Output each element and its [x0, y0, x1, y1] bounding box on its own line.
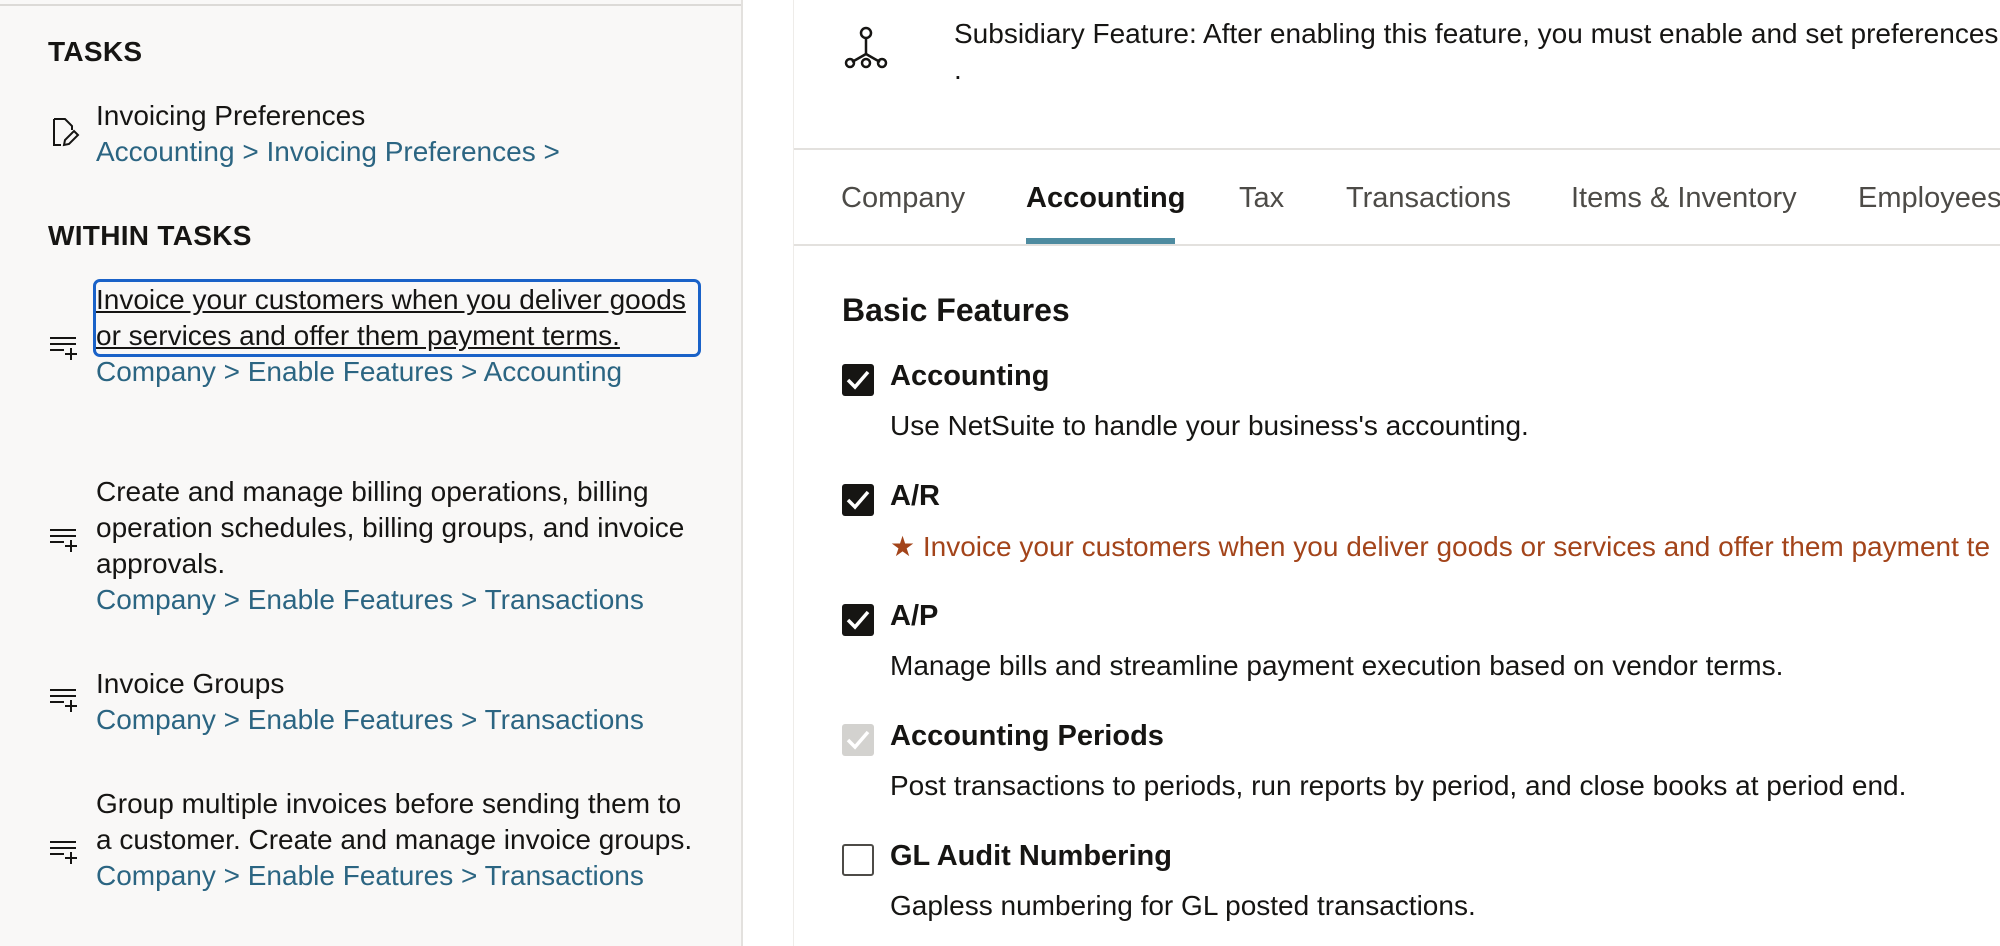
panel-top-divider [0, 0, 741, 6]
task-title-link[interactable]: Invoice your customers when you deliver … [93, 279, 701, 357]
feature-description: Use NetSuite to handle your business's a… [890, 410, 1529, 441]
task-title[interactable]: Create and manage billing operations, bi… [96, 474, 696, 582]
notice-text-continuation: . [954, 54, 962, 85]
search-results-panel: TASKS Invoicing Preferences Accounting >… [0, 0, 743, 946]
ar-checkbox[interactable] [842, 484, 874, 516]
feature-description: Gapless numbering for GL posted transact… [890, 890, 1476, 921]
task-path-link[interactable]: Company > Enable Features > Transactions [96, 702, 696, 738]
feature-label: GL Audit Numbering [890, 840, 1172, 872]
feature-label: Accounting Periods [890, 720, 1164, 752]
task-title[interactable]: Invoicing Preferences [96, 98, 696, 134]
list-add-icon [48, 684, 80, 716]
feature-label: A/P [890, 600, 939, 632]
feature-description: Manage bills and streamline payment exec… [890, 650, 1784, 681]
tab-tax[interactable]: Tax [1239, 182, 1284, 215]
checkmark-icon [846, 730, 870, 750]
task-path-link[interactable]: Accounting > Invoicing Preferences > [96, 134, 696, 170]
list-add-icon [48, 524, 80, 556]
checkmark-icon [846, 490, 870, 510]
feature-description: Post transactions to periods, run report… [890, 770, 1907, 801]
subsidiary-hierarchy-icon [844, 26, 888, 70]
tab-transactions[interactable]: Transactions [1346, 182, 1511, 215]
edit-document-icon [48, 116, 80, 148]
panel-gutter [743, 0, 793, 946]
task-path-link[interactable]: Company > Enable Features > Transactions [96, 582, 696, 618]
tab-accounting[interactable]: Accounting [1026, 182, 1186, 215]
feature-label: Accounting [890, 360, 1050, 392]
task-path-link[interactable]: Company > Enable Features > Accounting [96, 354, 696, 390]
list-add-icon [48, 332, 80, 364]
tab-employees[interactable]: Employees [1858, 182, 2000, 215]
task-path-link[interactable]: Company > Enable Features > Transactions [96, 858, 696, 894]
tasks-heading: TASKS [48, 36, 143, 67]
task-title[interactable]: Group multiple invoices before sending t… [96, 786, 696, 858]
accounting-periods-checkbox [842, 724, 874, 756]
basic-features-section: Basic Features Accounting Use NetSuite t… [794, 246, 2000, 946]
task-title[interactable]: Invoice Groups [96, 666, 696, 702]
checkmark-icon [846, 610, 870, 630]
accounting-checkbox[interactable] [842, 364, 874, 396]
list-add-icon [48, 836, 80, 868]
enable-features-page: Subsidiary Feature: After enabling this … [793, 0, 2000, 946]
within-tasks-heading: WITHIN TASKS [48, 220, 252, 251]
feature-tabs: Company Accounting Tax Transactions Item… [794, 148, 2000, 246]
feature-label: A/R [890, 480, 940, 512]
checkmark-icon [846, 370, 870, 390]
gl-audit-numbering-checkbox[interactable] [842, 844, 874, 876]
ap-checkbox[interactable] [842, 604, 874, 636]
feature-description-highlight: ★ Invoice your customers when you delive… [890, 531, 1991, 562]
active-tab-indicator [1026, 238, 1175, 244]
section-title: Basic Features [842, 292, 1070, 328]
tab-company[interactable]: Company [841, 182, 965, 215]
tab-items-inventory[interactable]: Items & Inventory [1571, 182, 1797, 215]
notice-text: Subsidiary Feature: After enabling this … [954, 18, 2000, 49]
